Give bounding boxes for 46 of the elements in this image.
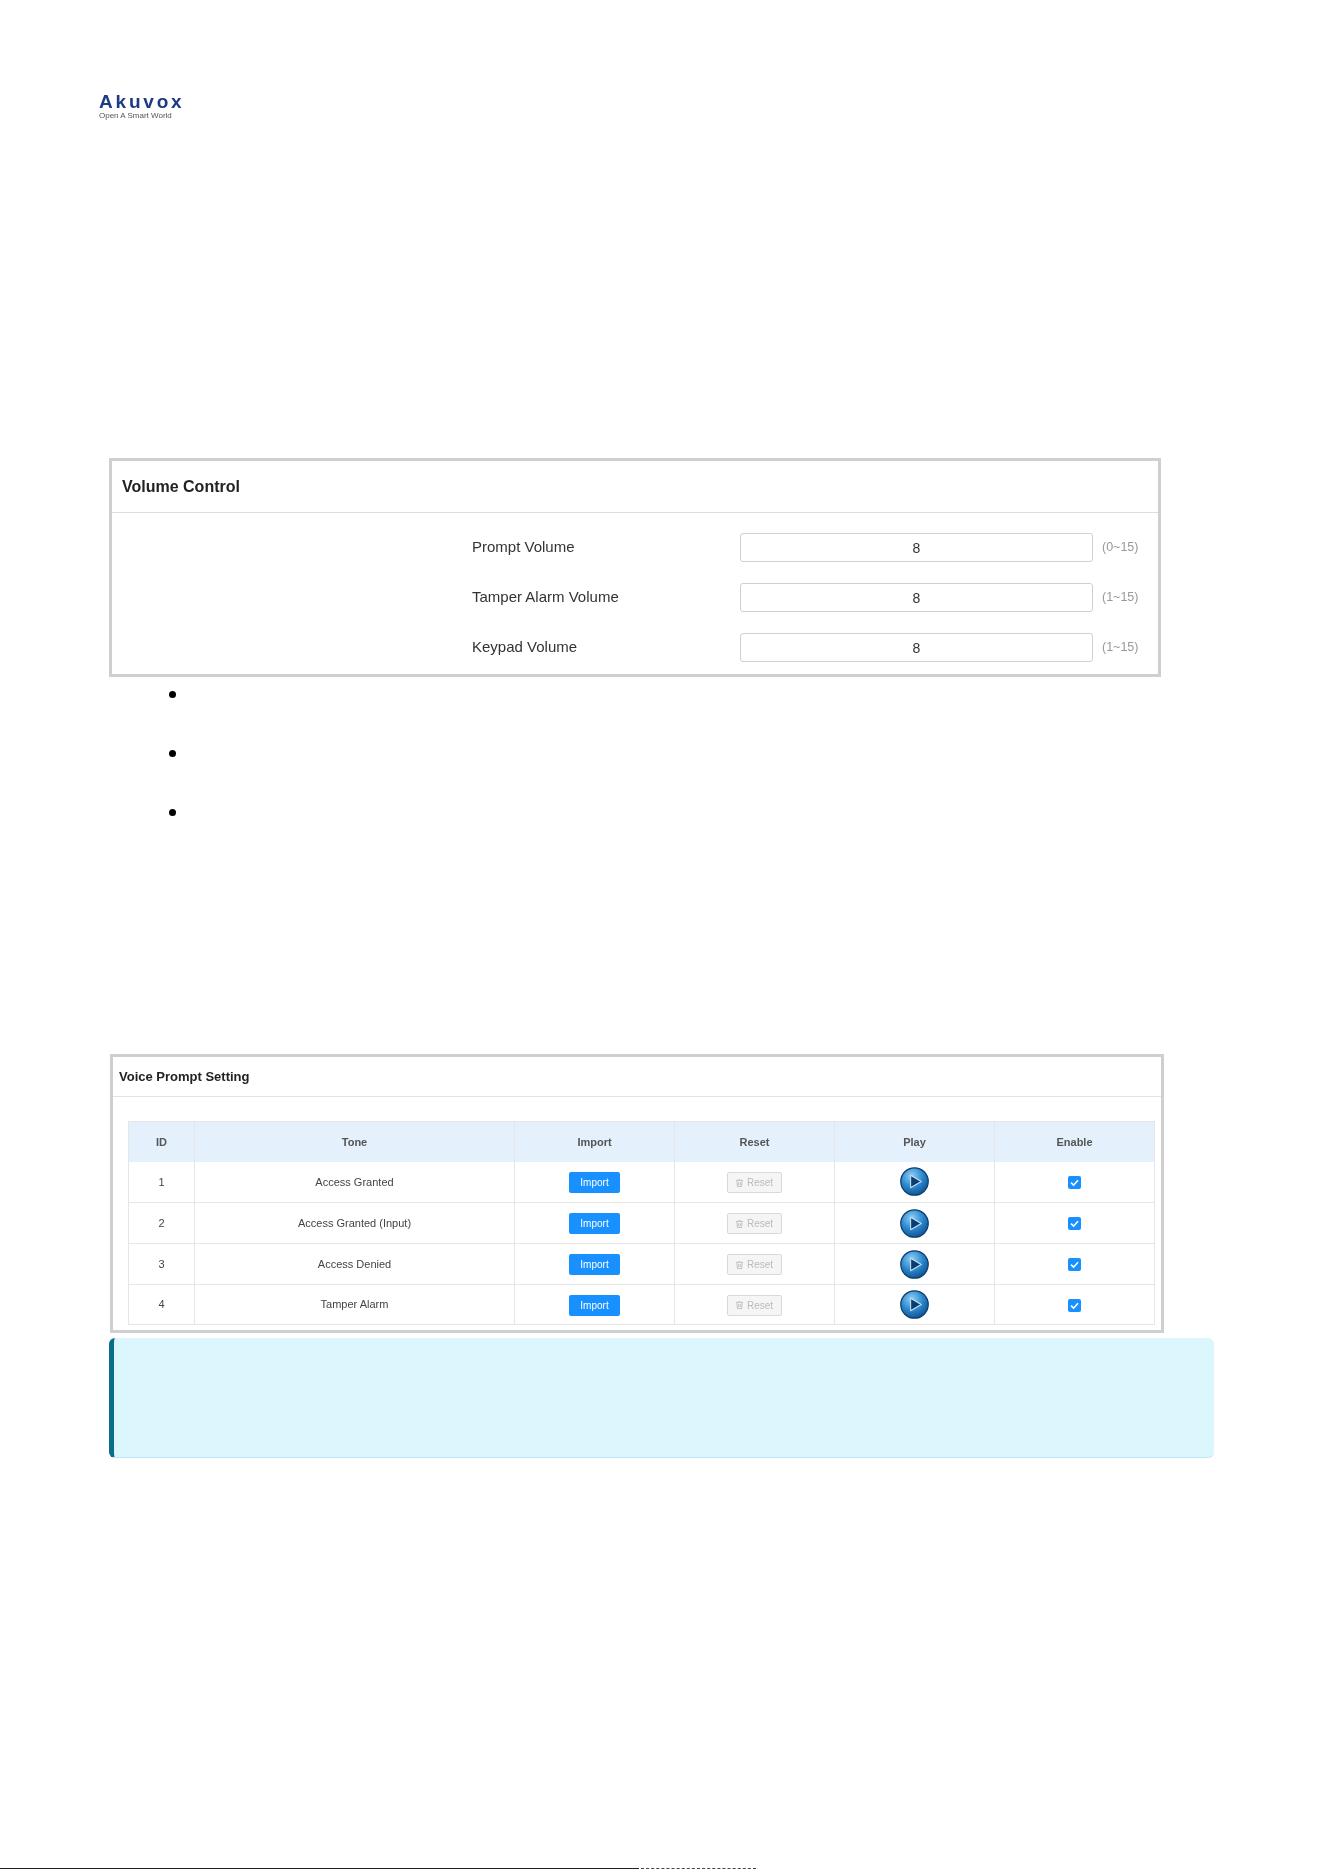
bullet-icon <box>169 809 176 816</box>
table-cell: Access Granted (Input) <box>194 1202 515 1244</box>
table-cell: 2 <box>128 1202 195 1244</box>
table-cell: Access Denied <box>194 1243 515 1285</box>
import-button[interactable]: Import <box>569 1213 620 1235</box>
range-hint: (1~15) <box>1102 589 1139 607</box>
import-button[interactable]: Import <box>569 1294 620 1316</box>
range-hint: (0~15) <box>1102 539 1139 557</box>
checkbox[interactable] <box>1068 1176 1081 1189</box>
table-cell: 3 <box>128 1243 195 1285</box>
table-cell: 1 <box>128 1161 195 1203</box>
checkbox[interactable] <box>1068 1217 1081 1231</box>
logo-tagline: Open A Smart World <box>99 111 172 120</box>
play-icon[interactable] <box>900 1208 929 1238</box>
checkbox[interactable] <box>1068 1298 1081 1312</box>
play-icon[interactable] <box>900 1290 929 1319</box>
field-label: Prompt Volume <box>472 537 576 558</box>
column-header: Reset <box>674 1121 835 1162</box>
trash-icon <box>735 1219 743 1228</box>
panel-title: Voice Prompt Setting <box>119 1067 250 1086</box>
bullet-icon <box>169 750 176 757</box>
volume-input[interactable]: 8 <box>740 533 1093 562</box>
column-header: Import <box>514 1121 675 1162</box>
bullet-icon <box>169 691 176 698</box>
range-hint: (1~15) <box>1102 639 1139 657</box>
import-button[interactable]: Import <box>569 1254 620 1276</box>
table-cell: Access Granted <box>194 1161 515 1203</box>
checkbox[interactable] <box>1068 1258 1081 1272</box>
field-label: Tamper Alarm Volume <box>472 587 620 608</box>
trash-icon <box>735 1178 743 1187</box>
column-header: Enable <box>994 1121 1155 1162</box>
logo-wordmark: Akuvox <box>99 92 185 111</box>
play-icon[interactable] <box>900 1167 929 1197</box>
panel-title: Volume Control <box>122 476 240 497</box>
column-header: Play <box>834 1121 995 1162</box>
play-icon[interactable] <box>900 1249 929 1279</box>
column-header: Tone <box>194 1121 515 1162</box>
column-header: ID <box>128 1121 195 1162</box>
table-cell: Tamper Alarm <box>194 1284 515 1325</box>
trash-icon <box>735 1301 743 1310</box>
volume-input[interactable]: 8 <box>740 583 1093 612</box>
volume-input[interactable]: 8 <box>740 633 1093 662</box>
trash-icon <box>735 1260 743 1269</box>
field-label: Keypad Volume <box>472 637 579 658</box>
import-button[interactable]: Import <box>569 1172 620 1193</box>
table-cell: 4 <box>128 1284 195 1325</box>
